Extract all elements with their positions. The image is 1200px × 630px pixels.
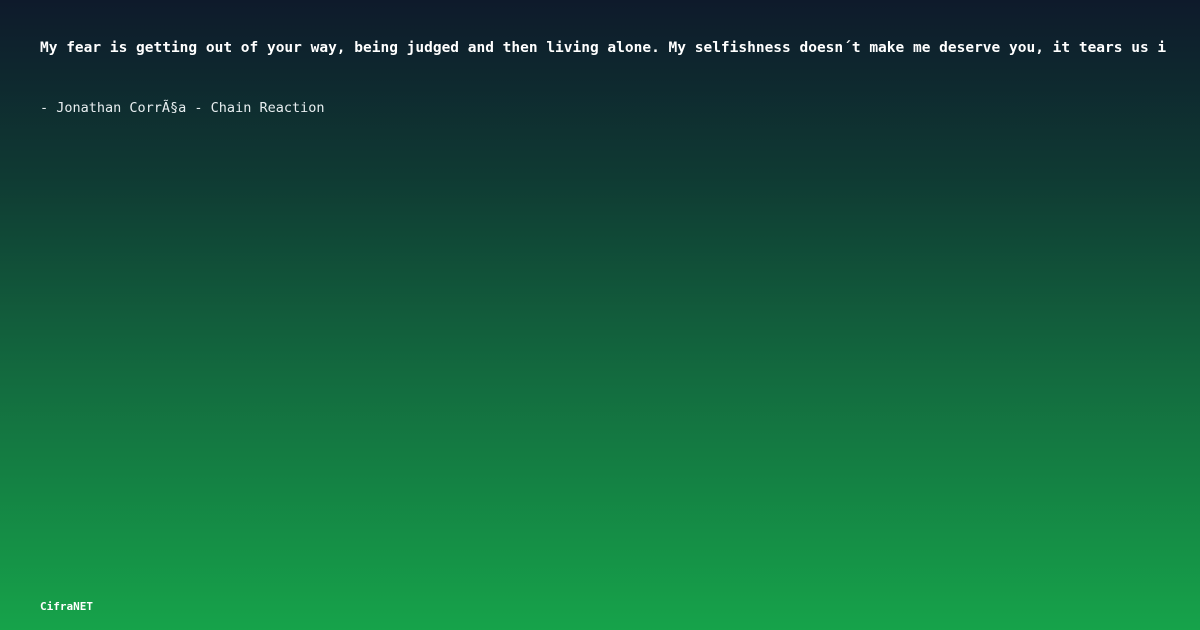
quote-text: My fear is getting out of your way, bein… bbox=[40, 40, 1167, 56]
quote-attribution: - Jonathan CorrÃ§a - Chain Reaction bbox=[40, 100, 325, 116]
brand-name: CifraNET bbox=[40, 600, 93, 613]
